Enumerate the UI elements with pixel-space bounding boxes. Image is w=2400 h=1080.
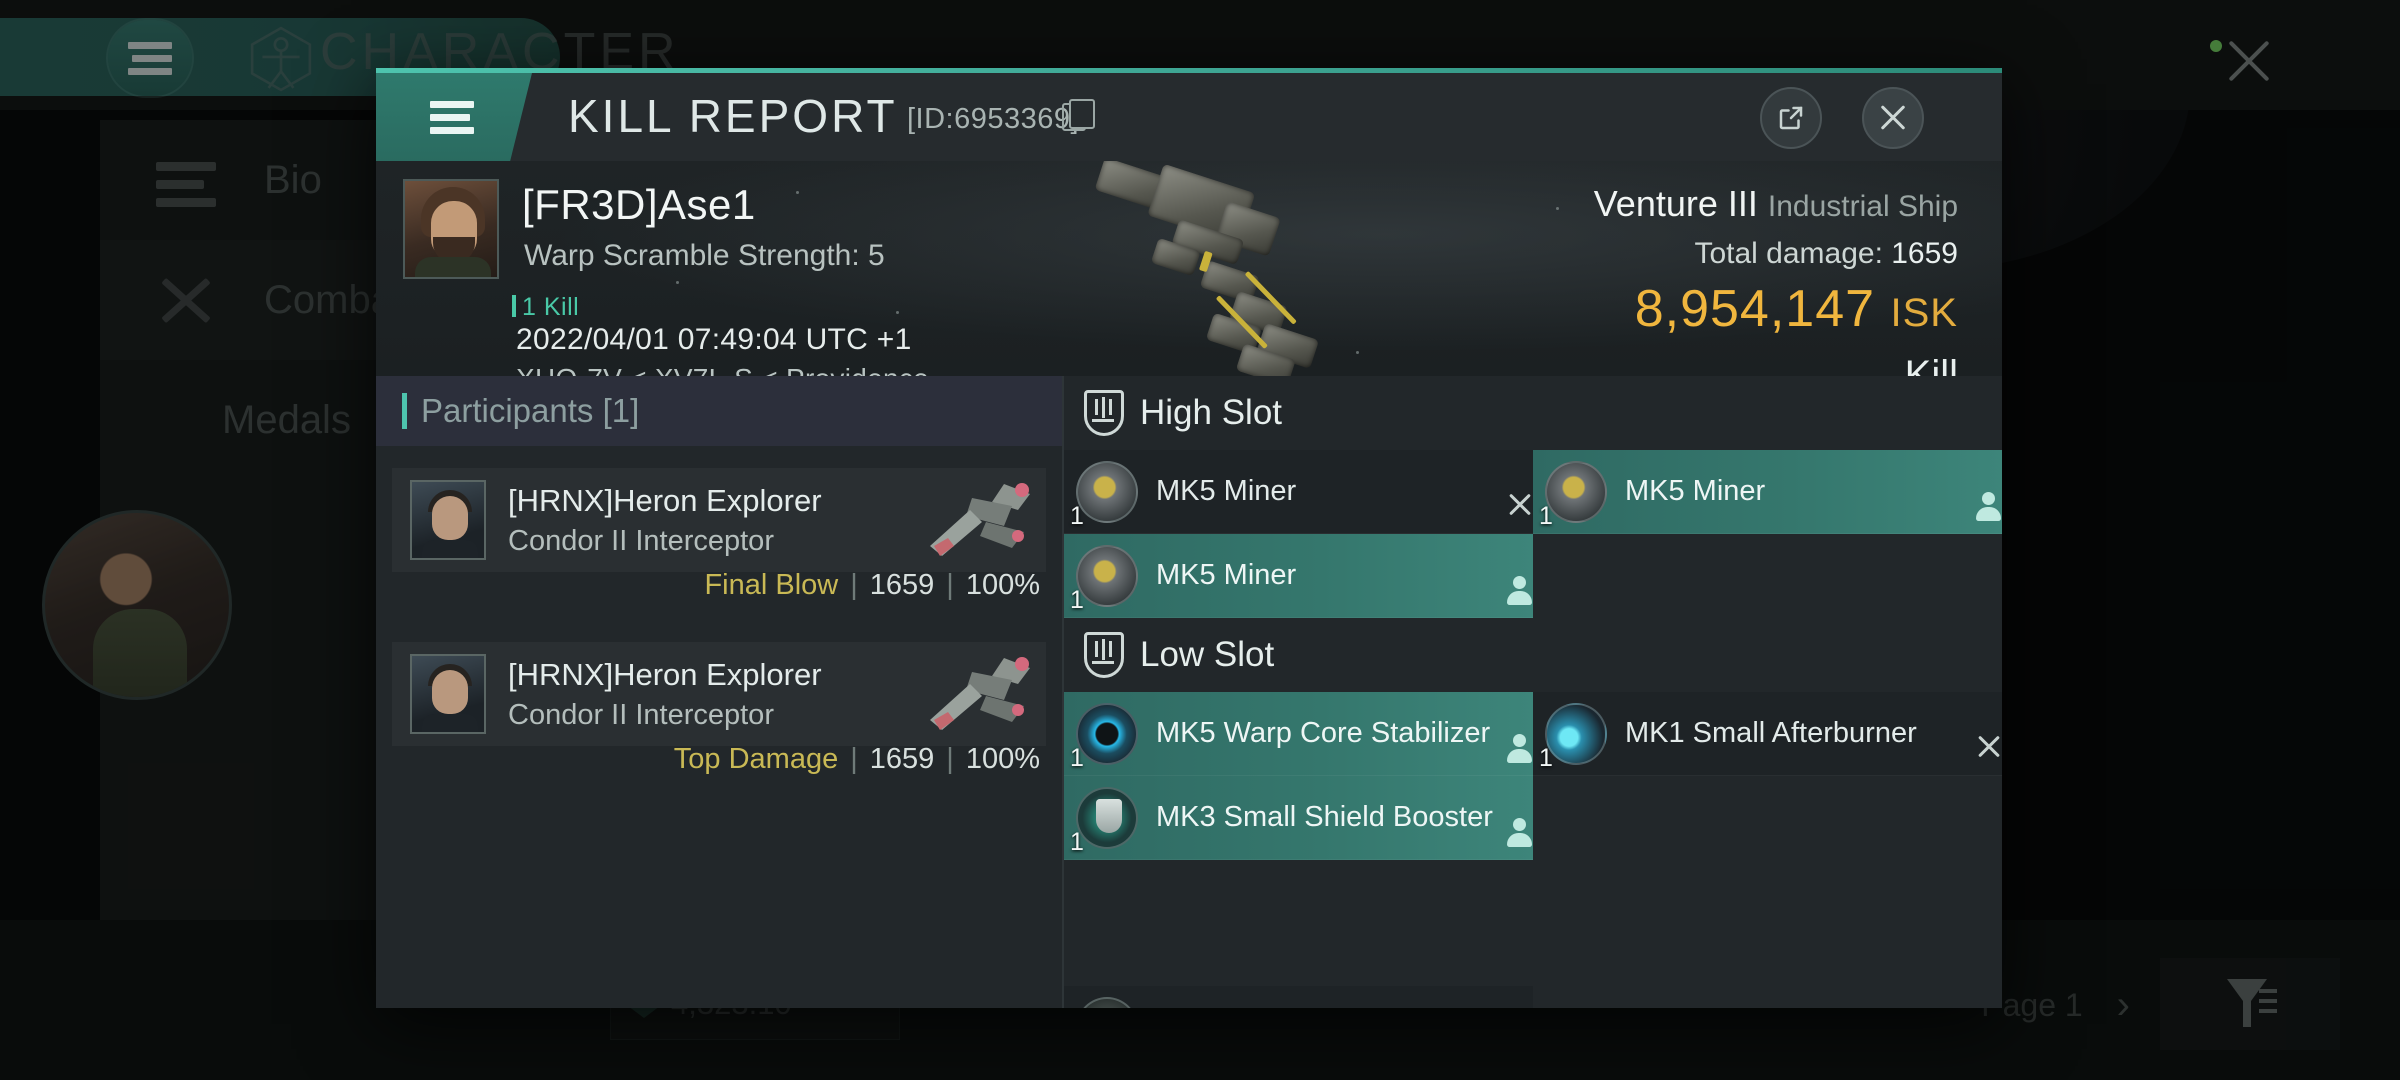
participants-panel: Participants [1] [HRNX]Heron Explorer Co… — [376, 376, 1064, 1008]
external-link-icon — [1779, 106, 1803, 130]
module-row[interactable]: 1 MK3 Small Shield Booster — [1064, 776, 1533, 860]
module-list-overflow-clip — [1064, 986, 2002, 1008]
participants-header: Participants [1] — [376, 376, 1062, 446]
module-quantity: 1 — [1070, 744, 1084, 772]
screen-root: CHARACTER Bio Combat Medals 4,323.10 — [0, 0, 2400, 1080]
separator: | — [850, 569, 858, 601]
section-header-low-slot: Low Slot — [1064, 618, 2002, 692]
module-row[interactable]: 1 MK5 Miner — [1064, 534, 1533, 618]
total-damage: Total damage: 1659 — [1694, 237, 1958, 271]
participant-damage: 1659 — [869, 569, 935, 601]
modal-body: Participants [1] [HRNX]Heron Explorer Co… — [376, 376, 2002, 1008]
module-row[interactable]: 1 MK5 Warp Core Stabilizer — [1064, 692, 1533, 776]
high-slot-module-grid: 1 MK5 Miner 1 MK5 Miner 1 MK5 Miner — [1064, 450, 2002, 618]
participant-stats: Top Damage | 1659 | 100% — [674, 743, 1040, 776]
participant-percent: 100% — [965, 569, 1040, 601]
module-name: MK5 Miner — [1625, 475, 1766, 508]
module-quantity: 1 — [1070, 828, 1084, 856]
victim-ship-name: Venture III Industrial Ship — [1594, 183, 1958, 225]
module-row[interactable]: 1 MK5 Miner — [1533, 450, 2002, 534]
ship-name-text: Venture III — [1593, 183, 1758, 224]
separator: | — [946, 743, 954, 775]
close-button[interactable] — [1862, 87, 1924, 149]
participant-ship-render — [930, 657, 1030, 730]
modal-menu-button[interactable] — [376, 73, 532, 161]
module-row[interactable]: 1 MK1 Small Afterburner — [1533, 692, 2002, 776]
victim-kill-count: 1 Kill — [511, 293, 580, 321]
miner-module-icon — [1076, 460, 1138, 523]
slot-shield-icon — [1084, 632, 1124, 678]
afterburner-icon — [1545, 702, 1607, 765]
module-slot-empty — [1533, 776, 2002, 860]
separator: | — [946, 569, 954, 601]
participant-stats: Final Blow | 1659 | 100% — [704, 569, 1040, 602]
participant-avatar — [410, 480, 486, 560]
victim-ship-render — [1036, 161, 1396, 376]
isk-unit: ISK — [1890, 291, 1958, 335]
participant-ship: Condor II Interceptor — [508, 524, 774, 557]
participant-percent: 100% — [965, 743, 1040, 775]
participant-avatar — [410, 654, 486, 734]
total-damage-value: 1659 — [1891, 237, 1958, 270]
module-name: MK1 Small Afterburner — [1625, 717, 1917, 750]
module-name: MK3 Small Shield Booster — [1156, 801, 1493, 834]
kill-report-modal: KILL REPORT [ID:6953369] [FR3D]Ase1 Warp… — [376, 68, 2002, 1008]
miner-module-icon — [1076, 544, 1138, 607]
isk-loss-value: 8,954,147 ISK — [1635, 279, 1958, 339]
ship-class-text: Industrial Ship — [1767, 190, 1958, 223]
participant-row[interactable]: [HRNX]Heron Explorer Condor II Intercept… — [392, 642, 1046, 775]
module-name: MK5 Miner — [1156, 559, 1297, 592]
section-title: High Slot — [1140, 393, 1283, 432]
low-slot-module-grid: 1 MK5 Warp Core Stabilizer 1 MK1 Small A… — [1064, 692, 2002, 860]
victim-avatar[interactable] — [403, 179, 499, 279]
participant-name: [HRNX]Heron Explorer — [508, 656, 822, 692]
close-icon — [1878, 103, 1908, 133]
participant-name: [HRNX]Heron Explorer — [508, 482, 822, 518]
miner-module-icon — [1545, 460, 1607, 523]
accent-bar — [402, 393, 407, 429]
share-button[interactable] — [1760, 87, 1822, 149]
module-quantity: 1 — [1070, 502, 1084, 530]
module-icon — [1076, 997, 1138, 1008]
kill-report-id: [ID:6953369] — [907, 103, 1080, 135]
isk-amount: 8,954,147 — [1634, 280, 1876, 338]
kill-location: XHQ-7V < XV7L-S < Providence — [516, 363, 929, 376]
copy-icon[interactable] — [1062, 99, 1095, 131]
module-slot-empty — [1533, 534, 2002, 618]
shield-booster-icon — [1076, 786, 1138, 849]
victim-summary-panel: [FR3D]Ase1 Warp Scramble Strength: 5 1 K… — [376, 161, 2002, 376]
separator: | — [850, 743, 858, 775]
module-row[interactable]: 1 MK5 Miner — [1064, 450, 1533, 534]
section-header-high-slot: High Slot — [1064, 376, 2002, 450]
slot-shield-icon — [1084, 390, 1124, 436]
victim-name: [FR3D]Ase1 — [522, 181, 756, 228]
victim-modifier: Warp Scramble Strength: 5 — [524, 239, 885, 272]
participant-row[interactable]: [HRNX]Heron Explorer Condor II Intercept… — [392, 468, 1046, 601]
participant-info: [HRNX]Heron Explorer Condor II Intercept… — [508, 483, 822, 558]
participant-info: [HRNX]Heron Explorer Condor II Intercept… — [508, 657, 822, 732]
warp-core-stabilizer-icon — [1076, 702, 1138, 765]
participant-role: Top Damage — [673, 743, 839, 775]
module-name: MK5 Warp Core Stabilizer — [1156, 717, 1491, 750]
kill-result-tag: Kill — [1904, 353, 1958, 376]
participant-ship: Condor II Interceptor — [508, 698, 774, 731]
module-name: MK5 Miner — [1156, 475, 1297, 508]
module-quantity: 1 — [1070, 586, 1084, 614]
participant-damage: 1659 — [869, 743, 935, 775]
section-title: Low Slot — [1140, 635, 1275, 674]
hamburger-icon — [430, 95, 478, 140]
module-quantity: 1 — [1539, 502, 1553, 530]
participant-ship-render — [930, 483, 1030, 556]
modal-title: KILL REPORT — [568, 90, 898, 142]
participants-header-label: Participants [1] — [421, 392, 640, 429]
module-row-partial[interactable] — [1064, 986, 1533, 1008]
modal-header: KILL REPORT [ID:6953369] — [376, 73, 2002, 161]
total-damage-label: Total damage: — [1694, 237, 1883, 270]
fitting-panel: High Slot 1 MK5 Miner 1 MK5 Miner 1 MK5 … — [1064, 376, 2002, 1008]
participant-role: Final Blow — [704, 569, 839, 601]
module-quantity: 1 — [1539, 744, 1553, 772]
kill-timestamp: 2022/04/01 07:49:04 UTC +1 — [516, 323, 912, 356]
